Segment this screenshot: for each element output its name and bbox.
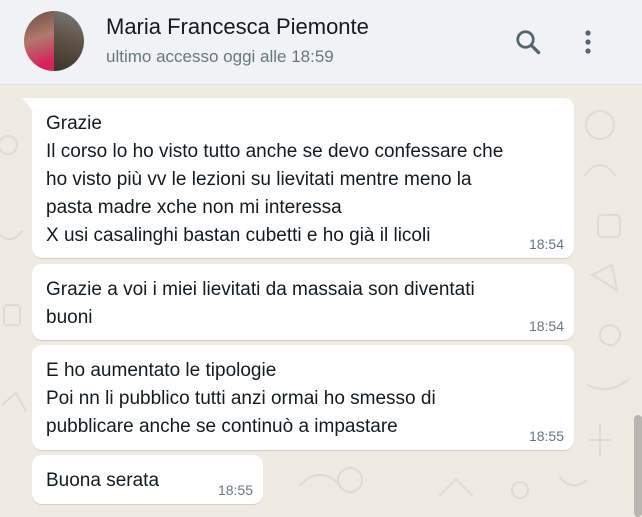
- message-timestamp: 18:54: [528, 236, 564, 252]
- chat-area[interactable]: Grazie Il corso lo ho visto tutto anche …: [0, 85, 642, 517]
- message-bubble[interactable]: Buona serata 18:55: [32, 455, 263, 504]
- message-timestamp: 18:55: [217, 482, 253, 498]
- message-text-line: X usi casalinghi bastan cubetti e ho già…: [46, 225, 431, 246]
- message-text-line: E ho aumentato le tipologie: [46, 360, 277, 381]
- message-text-line: pubblicare anche se continuò a impastare: [46, 416, 398, 437]
- message-bubble[interactable]: Grazie a voi i miei lievitati da massaia…: [32, 264, 574, 340]
- message-text-line: Il corso lo ho visto tutto anche se devo…: [46, 141, 504, 162]
- chat-scrollbar[interactable]: [634, 415, 642, 517]
- message-text-line: pasta madre xche non mi interessa: [46, 197, 342, 218]
- message-text-line: buoni: [46, 307, 93, 328]
- message-bubble[interactable]: E ho aumentato le tipologie Poi nn li pu…: [32, 345, 574, 450]
- search-button[interactable]: [510, 24, 546, 60]
- last-seen-status: ultimo accesso oggi alle 18:59: [106, 47, 334, 66]
- contact-name[interactable]: Maria Francesca Piemonte: [106, 14, 369, 40]
- message-timestamp: 18:55: [528, 428, 564, 444]
- avatar-photo-left: [24, 11, 54, 71]
- bubble-tail: [22, 98, 32, 110]
- menu-button[interactable]: [570, 24, 606, 60]
- message-text-line: Grazie: [46, 113, 102, 134]
- kebab-menu-icon: [585, 30, 591, 54]
- message-text-line: ho visto più vv le lezioni su lievitati …: [46, 169, 472, 190]
- chat-header: Maria Francesca Piemonte ultimo accesso …: [0, 0, 642, 85]
- message-text-line: Poi nn li pubblico tutti anzi ormai ho s…: [46, 388, 436, 409]
- message-timestamp: 18:54: [528, 318, 564, 334]
- avatar-photo-right: [54, 11, 84, 71]
- search-icon: [516, 30, 541, 55]
- message-text-line: Grazie a voi i miei lievitati da massaia…: [46, 279, 475, 300]
- message-bubble[interactable]: Grazie Il corso lo ho visto tutto anche …: [22, 98, 574, 258]
- contact-avatar[interactable]: [24, 11, 84, 71]
